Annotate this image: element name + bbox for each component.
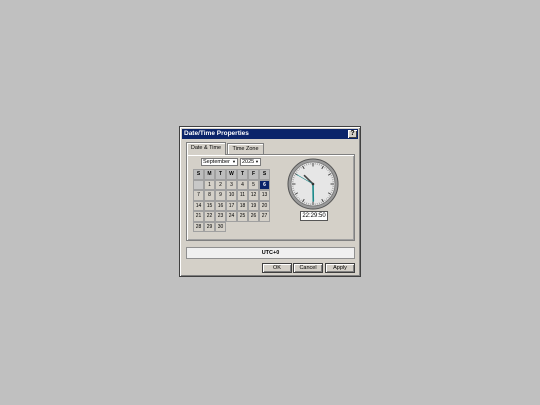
weekday-header: F [248, 169, 259, 180]
weekday-header: S [193, 169, 204, 180]
title-bar: Date/Time Properties ? [182, 129, 358, 139]
calendar-day[interactable]: 8 [204, 190, 215, 201]
date-time-properties-dialog: Date/Time Properties ? Date & Time Time … [179, 126, 361, 277]
calendar-day[interactable]: 5 [248, 179, 259, 190]
calendar-day[interactable]: 10 [226, 190, 237, 201]
calendar-day[interactable]: 13 [259, 190, 270, 201]
calendar-day[interactable]: 24 [226, 211, 237, 222]
calendar-day[interactable]: 30 [215, 221, 226, 232]
calendar-day[interactable]: 20 [259, 200, 270, 211]
weekday-header: W [226, 169, 237, 180]
calendar-day[interactable]: 2 [215, 179, 226, 190]
analog-clock [287, 158, 339, 210]
calendar-day[interactable]: 16 [215, 200, 226, 211]
year-value: 2025 [242, 159, 255, 165]
calendar-day[interactable]: 25 [237, 211, 248, 222]
timezone-status: UTC+0 [186, 247, 355, 259]
calendar-day[interactable]: 26 [248, 211, 259, 222]
weekday-header: T [215, 169, 226, 180]
calendar-day-selected[interactable]: 6 [259, 179, 270, 190]
calendar-day[interactable]: 11 [237, 190, 248, 201]
calendar-day[interactable]: 29 [204, 221, 215, 232]
weekday-header: S [259, 169, 270, 180]
calendar-day[interactable]: 1 [204, 179, 215, 190]
apply-button[interactable]: Apply [325, 263, 355, 273]
calendar-day[interactable]: 23 [215, 211, 226, 222]
weekday-header: T [237, 169, 248, 180]
month-value: September [203, 159, 230, 165]
tab-date-time[interactable]: Date & Time [186, 142, 226, 155]
calendar-day[interactable]: 22 [204, 211, 215, 222]
calendar-day[interactable]: 17 [226, 200, 237, 211]
clock-center [311, 182, 315, 186]
calendar-day[interactable]: 4 [237, 179, 248, 190]
time-field[interactable]: 22:29:50 [300, 211, 328, 221]
calendar-day[interactable]: 14 [193, 200, 204, 211]
calendar-grid: S M T W T F S 1 2 3 4 5 6 7 8 9 10 11 12 13 14 15 16 17 18 19 20 21… [193, 169, 270, 232]
calendar-day[interactable]: 18 [237, 200, 248, 211]
ok-button[interactable]: OK [262, 263, 292, 273]
month-select[interactable]: September ▼ [201, 158, 238, 166]
year-select[interactable]: 2025 ▼ [240, 158, 261, 166]
calendar-day[interactable]: 9 [215, 190, 226, 201]
calendar-day[interactable]: 28 [193, 221, 204, 232]
chevron-down-icon: ▼ [232, 159, 236, 164]
calendar-day[interactable]: 27 [259, 211, 270, 222]
calendar-day[interactable]: 19 [248, 200, 259, 211]
calendar-day[interactable]: 7 [193, 190, 204, 201]
tab-time-zone[interactable]: Time Zone [227, 143, 264, 154]
calendar-day[interactable]: 21 [193, 211, 204, 222]
calendar-empty-cell [193, 179, 204, 190]
weekday-header: M [204, 169, 215, 180]
cancel-button[interactable]: Cancel [293, 263, 323, 273]
window-title: Date/Time Properties [184, 130, 249, 137]
help-button[interactable]: ? [348, 130, 357, 138]
calendar-day[interactable]: 12 [248, 190, 259, 201]
chevron-down-icon: ▼ [255, 159, 259, 164]
calendar-day[interactable]: 15 [204, 200, 215, 211]
calendar-day[interactable]: 3 [226, 179, 237, 190]
